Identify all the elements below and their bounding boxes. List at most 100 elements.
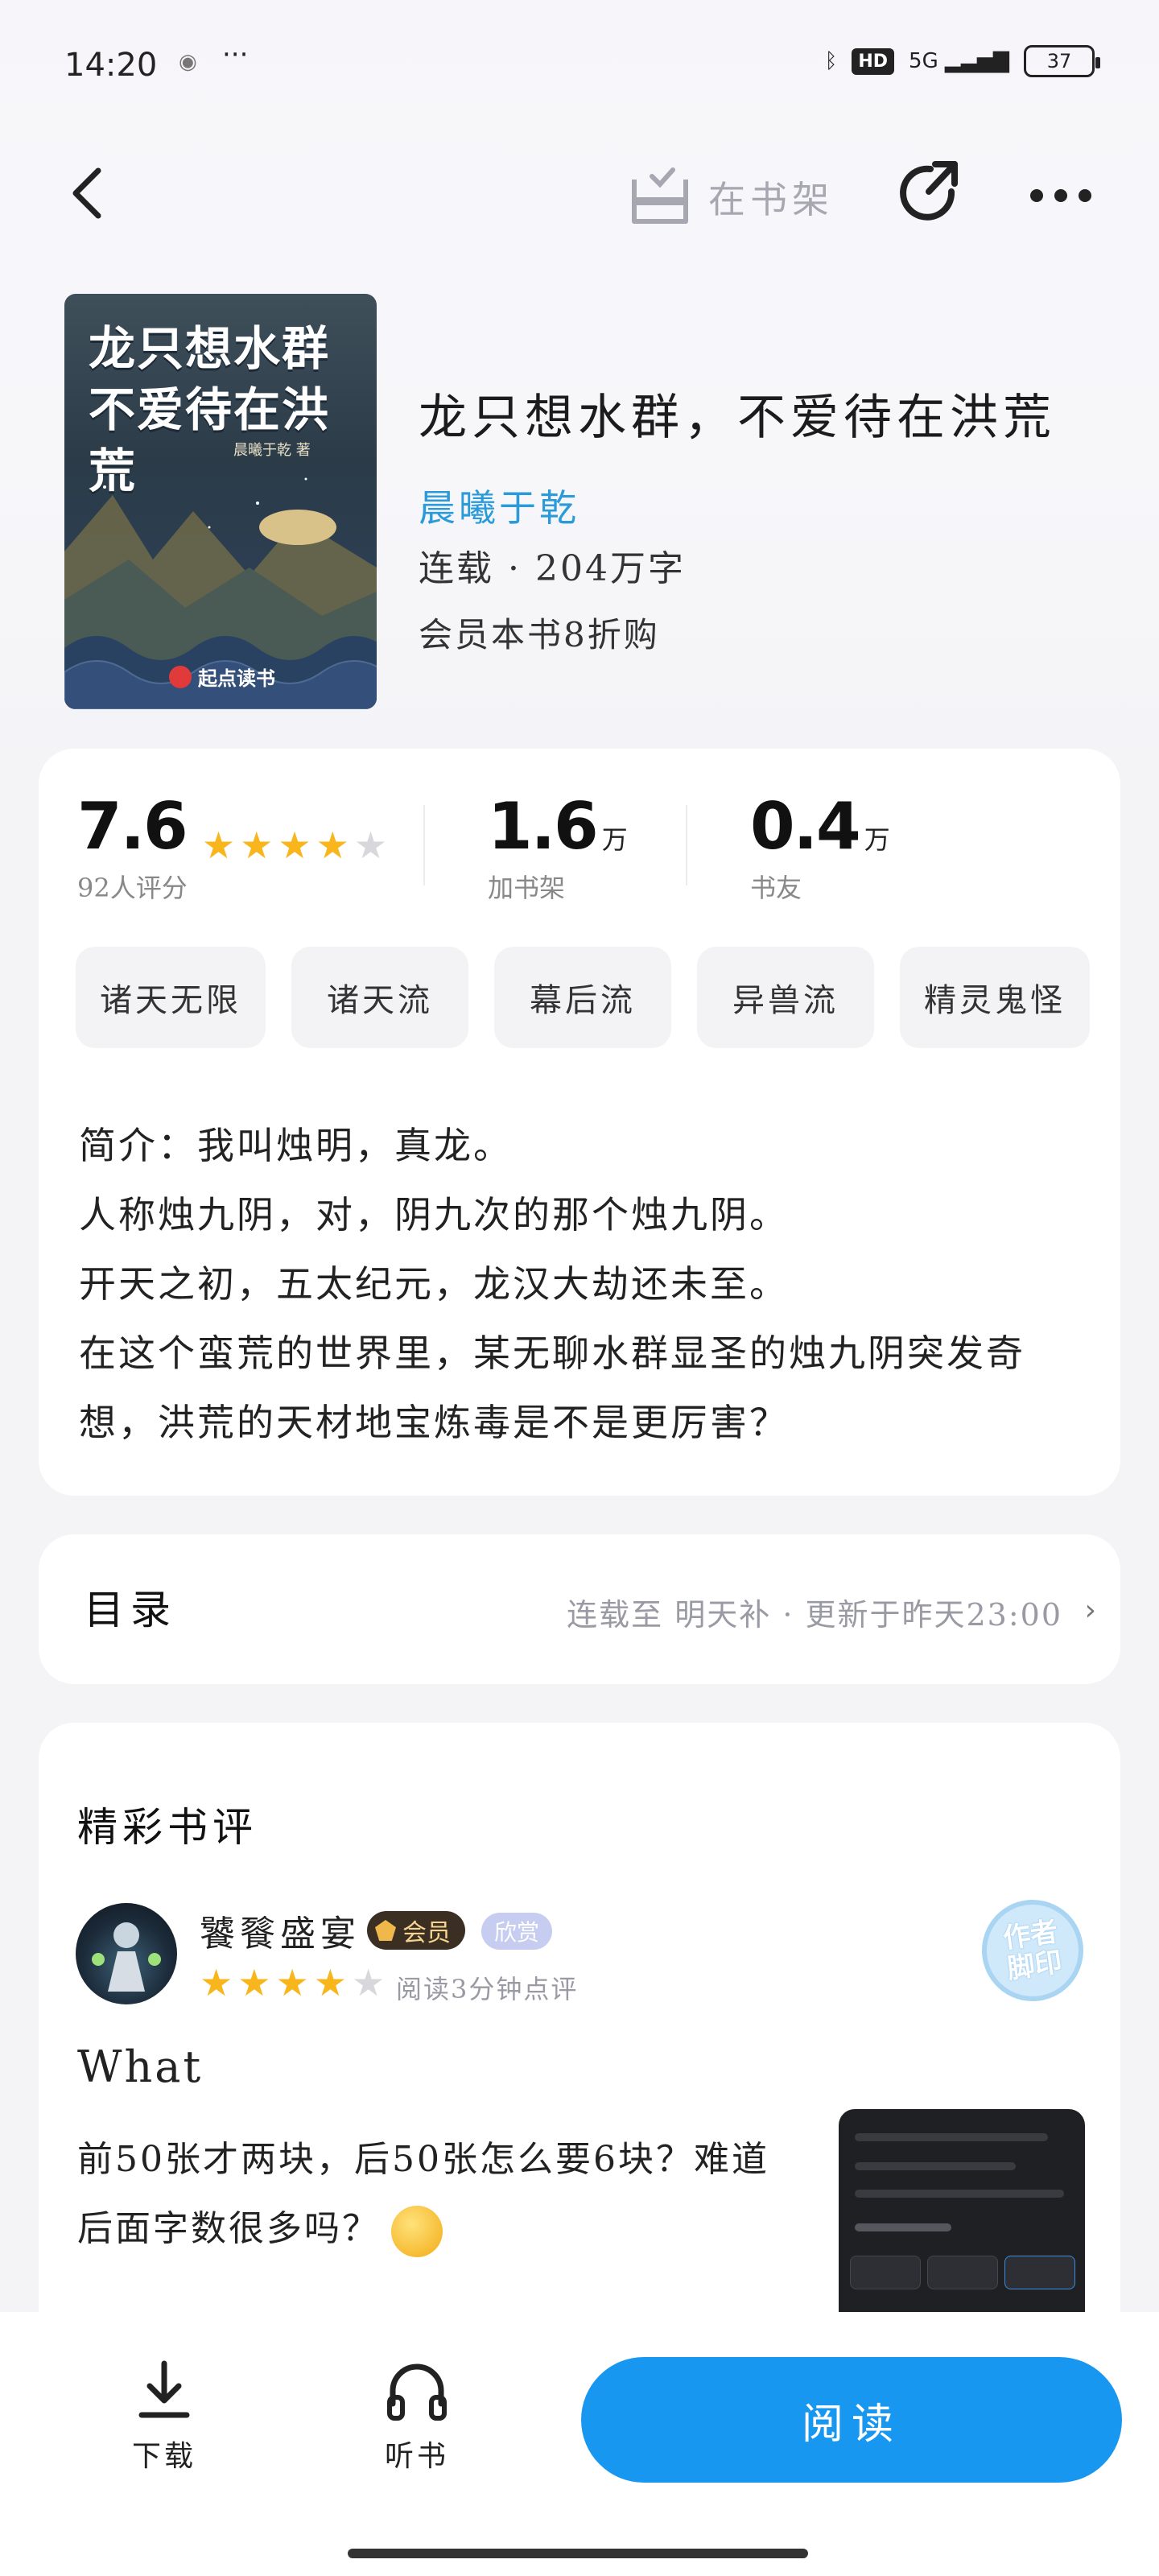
thumb-text-line <box>855 2223 951 2231</box>
star-icon: ★ <box>200 1961 233 2004</box>
friends-unit: 万 <box>864 824 890 855</box>
share-button[interactable] <box>895 159 963 227</box>
book-cover[interactable]: 龙只想水群 不爱待在洪荒 晨曦于乾 著 起点读书 <box>64 294 377 709</box>
intro-line: 开天之初，五太纪元，龙汉大劫还未至。 <box>79 1262 789 1306</box>
star-icon: ★ <box>237 1961 271 2004</box>
star-empty-icon: ★ <box>353 823 388 867</box>
star-empty-icon: ★ <box>352 1961 386 2004</box>
star-icon: ★ <box>275 1961 309 2004</box>
cover-brand: 起点读书 <box>169 663 275 691</box>
tag-chip[interactable]: 异兽流 <box>697 947 874 1048</box>
star-icon: ★ <box>201 823 236 867</box>
author-link[interactable]: 晨曦于乾 <box>419 479 580 532</box>
friends-label: 书友 <box>750 873 802 903</box>
download-icon <box>138 2360 190 2418</box>
status-right: ᛒ HD 5G ▂▃▅▇ 37 <box>824 45 1100 77</box>
dot-icon <box>1030 189 1043 202</box>
brand-logo-icon <box>169 665 192 688</box>
download-label: 下载 <box>131 2440 196 2473</box>
rating-count: 92人评分 <box>77 873 188 903</box>
shelf-count: 1.6 <box>488 789 599 864</box>
vip-label: 会员 <box>402 1919 451 1947</box>
signal-label: 5G <box>909 49 938 73</box>
shelf-label: 加书架 <box>488 873 566 903</box>
star-icon: ★ <box>313 1961 347 2004</box>
thumb-text-line <box>855 2162 1016 2170</box>
review-image-thumbnail[interactable] <box>839 2109 1085 2318</box>
shelf-unit: 万 <box>601 824 628 855</box>
rating-value: 7.6 <box>77 789 188 864</box>
notification-icon: ◉ <box>179 50 197 74</box>
review-stars: ★ ★ ★ ★ ★ <box>200 1961 385 2004</box>
review-title: What <box>77 2041 204 2092</box>
share-icon <box>900 161 958 221</box>
tag-chip[interactable]: 诸天无限 <box>76 947 266 1048</box>
level-badge: 欣赏 <box>481 1913 553 1950</box>
tag-chip[interactable]: 诸天流 <box>291 947 468 1048</box>
back-arrow-icon <box>72 167 101 219</box>
headphones-icon <box>387 2363 447 2421</box>
review-heading: 精彩书评 <box>77 1804 258 1851</box>
review-note: 阅读3分钟点评 <box>396 1974 579 2004</box>
hd-badge: HD <box>852 47 895 75</box>
vip-badge: 会员 <box>367 1911 465 1950</box>
listen-button[interactable]: 听书 <box>361 2359 473 2475</box>
battery-icon: 37 <box>1024 45 1100 77</box>
reviewer-name[interactable]: 饕餮盛宴 <box>200 1905 361 1956</box>
download-button[interactable]: 下载 <box>108 2359 221 2475</box>
on-shelf-button[interactable]: 在书架 <box>628 161 834 233</box>
rating-stat[interactable]: 7.6 ★ ★ ★ ★ ★ <box>77 789 387 867</box>
chevron-right-icon: › <box>1084 1594 1096 1627</box>
avatar[interactable] <box>76 1903 177 2004</box>
shelf-label: 在书架 <box>708 178 834 221</box>
toc-status: 连载至 明天补 · 更新于昨天23:00 <box>567 1597 1062 1633</box>
signal-icon: 5G ▂▃▅▇ <box>909 49 1009 73</box>
back-button[interactable] <box>64 161 113 225</box>
thumb-option <box>927 2256 998 2289</box>
intro-line: 想，洪荒的天材地宝炼毒是不是更厉害？ <box>79 1401 789 1444</box>
cover-author: 晨曦于乾 著 <box>233 442 311 459</box>
tag-list: 诸天无限 诸天流 幕后流 异兽流 精灵鬼怪 <box>76 947 1120 1048</box>
review-body-line: 前50张才两块，后50张怎么要6块？难道 <box>77 2139 769 2180</box>
friends-count: 0.4 <box>750 789 861 864</box>
tag-chip[interactable]: 幕后流 <box>494 947 671 1048</box>
listen-label: 听书 <box>384 2440 449 2473</box>
review-body-line: 后面字数很多吗？ <box>77 2208 380 2249</box>
book-title: 龙只想水群，不爱待在洪荒 <box>419 390 1056 446</box>
thinking-emoji-icon <box>391 2205 443 2257</box>
intro-line: 在这个蛮荒的世界里，某无聊水群显圣的烛九阴突发奇 <box>79 1331 1025 1375</box>
review-body[interactable]: 前50张才两块，后50张怎么要6块？难道 后面字数很多吗？ <box>77 2125 802 2264</box>
divider <box>686 805 687 886</box>
cover-brand-text: 起点读书 <box>198 667 275 690</box>
read-button[interactable]: 阅读 <box>581 2357 1122 2483</box>
avatar-image <box>92 1922 161 1992</box>
dot-icon <box>1079 189 1091 202</box>
thumb-text-line <box>855 2190 1064 2198</box>
book-intro[interactable]: 简介：我叫烛明，真龙。 人称烛九阴，对，阴九次的那个烛九阴。 开天之初，五太纪元… <box>79 1111 1085 1457</box>
gem-icon <box>375 1920 396 1941</box>
star-icon: ★ <box>240 823 274 867</box>
status-bar: 14:20 ◉ ··· ᛒ HD 5G ▂▃▅▇ 37 <box>0 0 1159 137</box>
more-options-button[interactable] <box>1030 175 1111 216</box>
star-icon: ★ <box>278 823 311 867</box>
star-icon: ★ <box>316 823 349 867</box>
status-menu: ··· <box>222 39 249 71</box>
intro-line: 人称烛九阴，对，阴九次的那个烛九阴。 <box>79 1193 789 1236</box>
tag-chip[interactable]: 精灵鬼怪 <box>900 947 1090 1048</box>
battery-level: 37 <box>1046 50 1072 72</box>
thumb-text-line <box>855 2133 1048 2141</box>
intro-line: 简介：我叫烛明，真龙。 <box>79 1124 513 1167</box>
dot-icon <box>1054 189 1067 202</box>
toc-title: 目录 <box>84 1587 177 1633</box>
thumb-option <box>1004 2256 1075 2289</box>
member-promo[interactable]: 会员本书8折购 <box>419 608 660 657</box>
shelf-stat: 1.6 万 <box>488 789 628 864</box>
friends-stat[interactable]: 0.4 万 <box>750 789 890 864</box>
rating-stars: ★ ★ ★ ★ ★ <box>202 824 387 867</box>
home-indicator[interactable] <box>348 2549 808 2558</box>
divider <box>423 805 425 886</box>
status-time: 14:20 <box>64 47 158 84</box>
bookshelf-icon <box>632 167 688 224</box>
book-meta: 连载 · 204万字 <box>419 548 686 589</box>
bluetooth-icon: ᛒ <box>824 49 838 73</box>
